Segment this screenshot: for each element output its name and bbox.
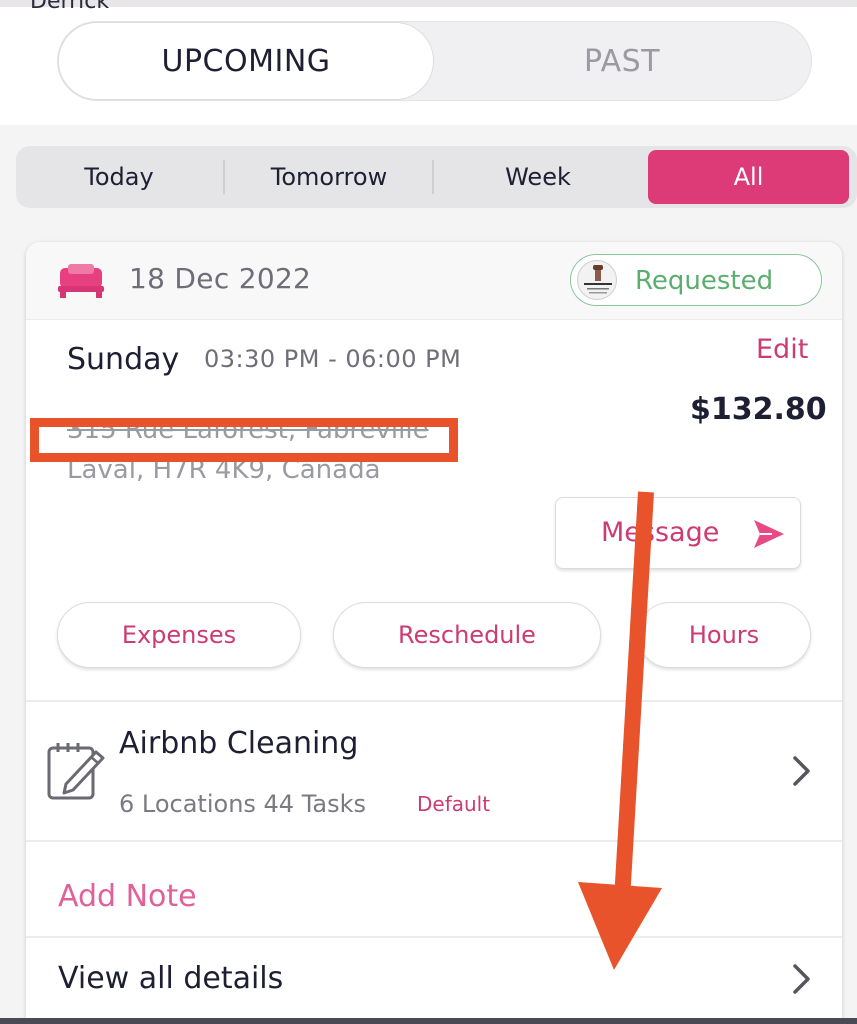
booking-date: 18 Dec 2022 bbox=[129, 262, 312, 295]
filter-tomorrow[interactable]: Tomorrow bbox=[224, 146, 434, 208]
avatar bbox=[577, 260, 617, 300]
add-note-link[interactable]: Add Note bbox=[58, 879, 197, 914]
bottom-strip bbox=[0, 1018, 857, 1024]
divider bbox=[26, 700, 842, 702]
status-badge: Requested bbox=[570, 254, 822, 306]
expenses-button[interactable]: Expenses bbox=[57, 602, 301, 668]
send-icon bbox=[754, 520, 784, 548]
chevron-right-icon[interactable] bbox=[791, 962, 813, 996]
filter-today[interactable]: Today bbox=[16, 146, 222, 208]
bed-icon bbox=[58, 264, 104, 298]
upcoming-tab[interactable]: UPCOMING bbox=[58, 22, 434, 100]
reschedule-button[interactable]: Reschedule bbox=[333, 602, 601, 668]
divider bbox=[26, 936, 842, 938]
notes-icon bbox=[47, 743, 105, 800]
divider bbox=[26, 840, 842, 842]
filter-all[interactable]: All bbox=[648, 150, 849, 204]
hours-button[interactable]: Hours bbox=[637, 602, 811, 668]
message-button[interactable]: Message bbox=[555, 497, 801, 569]
past-tab[interactable]: PAST bbox=[434, 22, 810, 100]
filter-week[interactable]: Week bbox=[434, 146, 642, 208]
booking-price: $132.80 bbox=[690, 392, 827, 427]
service-default-tag: Default bbox=[417, 792, 491, 816]
service-title[interactable]: Airbnb Cleaning bbox=[119, 726, 358, 761]
status-label: Requested bbox=[635, 266, 774, 296]
booking-card: 18 Dec 2022 Requested Sunday 03:30 PM - … bbox=[26, 242, 842, 1024]
service-subtitle: 6 Locations 44 Tasks bbox=[119, 790, 367, 818]
message-label: Message bbox=[601, 517, 720, 548]
view-all-details-link[interactable]: View all details bbox=[58, 961, 283, 996]
booking-time: 03:30 PM - 06:00 PM bbox=[204, 345, 462, 373]
chevron-right-icon[interactable] bbox=[791, 754, 813, 788]
booking-card-header: 18 Dec 2022 Requested bbox=[26, 242, 842, 320]
user-name: Derrick bbox=[30, 0, 110, 14]
edit-link[interactable]: Edit bbox=[756, 334, 808, 365]
top-area: Derrick UPCOMING PAST bbox=[0, 0, 857, 125]
redaction-box bbox=[30, 418, 458, 462]
top-strip bbox=[0, 0, 857, 7]
booking-day: Sunday bbox=[67, 342, 180, 377]
